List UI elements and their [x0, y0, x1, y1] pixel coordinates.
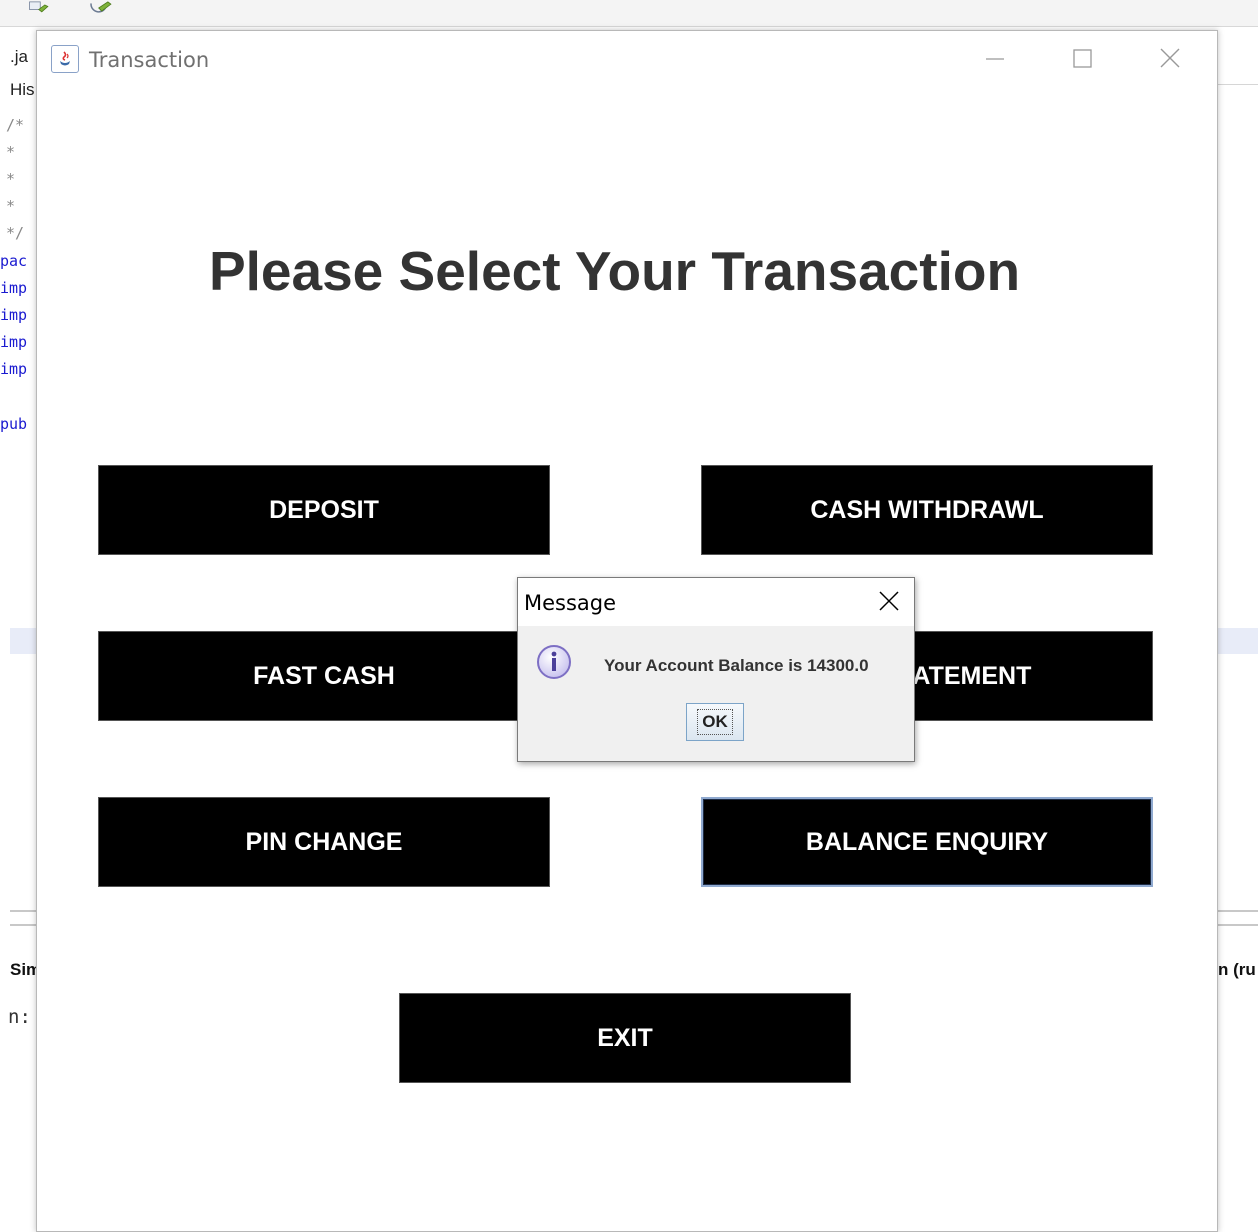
code-line: pac — [0, 252, 28, 270]
ide-output-text: n: — [8, 1006, 31, 1028]
ide-divider — [1216, 924, 1258, 926]
maximize-icon[interactable] — [1061, 41, 1105, 77]
message-dialog: Message Your Account Balance is 14300.0 … — [517, 577, 915, 762]
ide-divider — [1216, 910, 1258, 912]
code-line: pub — [0, 415, 28, 433]
code-line: imp — [0, 306, 28, 324]
dialog-message: Your Account Balance is 14300.0 — [604, 656, 869, 675]
info-icon — [537, 645, 571, 679]
code-line: /* — [6, 116, 25, 134]
deposit-button[interactable]: DEPOSIT — [98, 465, 550, 555]
ide-profile-icon[interactable] — [88, 0, 114, 16]
ide-run-icon[interactable] — [28, 0, 54, 16]
dialog-titlebar[interactable]: Message — [518, 578, 914, 626]
pin-change-button[interactable]: PIN CHANGE — [98, 797, 550, 887]
ide-divider — [10, 910, 36, 912]
dialog-title: Message — [524, 591, 617, 615]
code-line: */ — [6, 224, 25, 242]
code-line: * — [6, 170, 16, 188]
close-icon[interactable] — [876, 588, 902, 614]
exit-button[interactable]: EXIT — [399, 993, 851, 1083]
window-title: Transaction — [89, 48, 210, 72]
ok-button-label: OK — [697, 709, 733, 735]
ide-output-tab-right[interactable]: n (ru — [1218, 960, 1256, 980]
code-line: * — [6, 197, 16, 215]
ide-divider — [1216, 84, 1258, 85]
code-line: imp — [0, 279, 28, 297]
code-line: imp — [0, 333, 28, 351]
code-line: * — [6, 143, 16, 161]
balance-enquiry-button[interactable]: BALANCE ENQUIRY — [701, 797, 1153, 887]
ide-line-highlight — [10, 628, 36, 654]
ide-history-tab[interactable]: His — [10, 80, 35, 100]
code-line: imp — [0, 360, 28, 378]
ide-line-highlight — [1216, 628, 1258, 654]
close-icon[interactable] — [1149, 41, 1193, 77]
page-title: Please Select Your Transaction — [208, 240, 1021, 302]
fast-cash-button[interactable]: FAST CASH — [98, 631, 550, 721]
ok-button[interactable]: OK — [686, 703, 744, 741]
ide-divider — [10, 924, 36, 926]
java-app-icon — [51, 45, 79, 73]
minimize-icon[interactable] — [974, 41, 1018, 77]
ide-toolbar — [0, 0, 1258, 27]
cash-withdrawl-button[interactable]: CASH WITHDRAWL — [701, 465, 1153, 555]
window-titlebar[interactable]: Transaction — [37, 31, 1217, 89]
ide-file-tab[interactable]: .ja — [10, 47, 28, 67]
